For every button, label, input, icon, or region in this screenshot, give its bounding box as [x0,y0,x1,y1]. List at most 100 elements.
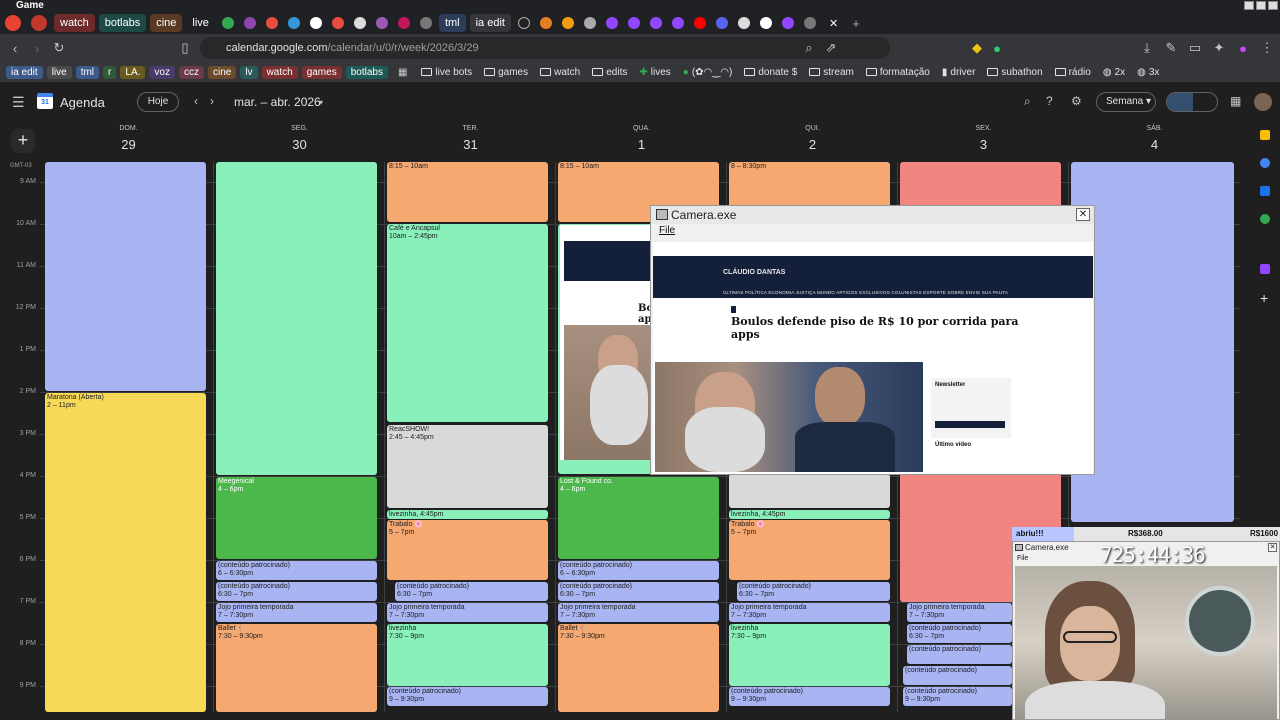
url-field[interactable]: calendar.google.com/calendar/u/0/r/week/… [200,37,890,59]
bookmark-folder[interactable]: ● (✿◠‿◠) [683,67,733,78]
calendar-event[interactable] [1071,162,1234,522]
zoom-icon[interactable]: ⌕ [798,40,820,56]
bookmark-chip[interactable]: voz [149,65,175,79]
tab-favicon-icon[interactable] [627,17,640,29]
calendar-event[interactable]: Jojo primeira temporada 7 – 7:30pm [907,603,1012,622]
tab-group-ia-edit[interactable]: ia edit [469,14,511,32]
twitch-icon[interactable] [1260,264,1270,274]
calendar-event[interactable]: (conteúdo patrocinado) 9 – 9:30pm [729,687,890,706]
tab-favicon-icon[interactable] [583,17,596,29]
tab-favicon-icon[interactable] [693,17,706,29]
calendar-event[interactable]: (conteúdo patrocinado) [903,666,1012,685]
day-header[interactable]: QUI. 2 [727,122,898,152]
extension-icon[interactable]: ✦ [1208,40,1230,56]
calendar-event[interactable]: (conteúdo patrocinado) 6:30 – 7pm [216,582,377,601]
tab-favicon-icon[interactable] [671,17,684,29]
minimize-button[interactable] [1244,1,1254,10]
day-header[interactable]: SEX. 3 [898,122,1069,152]
add-addon-icon[interactable]: + [1260,290,1268,306]
tab-favicon-icon[interactable] [517,17,530,29]
calendar-event[interactable] [729,474,890,508]
calendar-event[interactable]: (conteúdo patrocinado) 6 – 6:30pm [558,561,719,580]
calendar-event[interactable]: livezinha, 4:45pm [387,510,548,519]
chrome-icon[interactable] [5,15,21,31]
calendar-event[interactable]: (conteúdo patrocinado) 6:30 – 7pm [737,582,890,601]
bookmark-chip[interactable]: r [103,65,117,79]
calendar-event[interactable]: (conteúdo patrocinado) 9 – 9:30pm [903,687,1012,706]
apps-grid-icon[interactable]: ▦ [398,67,407,78]
extension-icon[interactable]: ▭ [1184,40,1206,56]
day-header[interactable]: SÁB. 4 [1069,122,1240,152]
tab-group-watch[interactable]: watch [54,14,95,32]
tab-favicon-icon[interactable] [287,17,300,29]
close-tab-icon[interactable]: ✕ [829,17,838,30]
calendar-event[interactable]: Jojo primeira temporada 7 – 7:30pm [729,603,890,622]
calendar-event[interactable]: Jojo primeira temporada 7 – 7:30pm [387,603,548,622]
tab-favicon-icon[interactable] [759,17,772,29]
calendar-event[interactable]: livezinha 7:30 – 9pm [729,624,890,686]
tab-group-tml[interactable]: tml [438,14,466,32]
menu-dots-icon[interactable]: ⋮ [1256,40,1278,56]
calendar-event[interactable]: Maratona (Aberta) 2 – 11pm [45,393,206,712]
calendar-event[interactable]: (conteúdo patrocinado) 6:30 – 7pm [558,582,719,601]
calendar-event[interactable]: Jojo primeira temporada 7 – 7:30pm [558,603,719,622]
tab-favicon-icon[interactable] [419,17,432,29]
extension-icon[interactable]: ✎ [1160,40,1182,56]
calendar-event[interactable] [216,162,377,475]
tab-favicon-icon[interactable] [803,17,816,29]
tab-group-live[interactable]: live [186,14,215,32]
close-icon[interactable]: ✕ [1076,208,1090,221]
tab-favicon-icon[interactable] [649,17,662,29]
prev-week-icon[interactable]: ‹ [194,94,198,108]
tab-favicon-icon[interactable] [539,17,552,29]
calendar-event[interactable]: Ballet 🩰 7:30 – 9:30pm [558,624,719,712]
bookmark-folder[interactable]: donate $ [744,67,797,78]
tab-favicon-icon[interactable] [353,17,366,29]
extension-icon[interactable]: ◆ [966,40,988,56]
calendar-toggle-on[interactable] [1167,93,1193,111]
calendar-tasks-toggle[interactable] [1166,92,1218,112]
day-header[interactable]: DOM. 29 [43,122,214,152]
tasks-icon[interactable] [1260,158,1270,168]
bookmark-chip[interactable]: botlabs [345,65,388,79]
bookmark-folder[interactable]: ◍ 3x [1137,67,1159,78]
calendar-event[interactable] [45,162,206,391]
bookmark-chip[interactable]: games [301,65,342,79]
bookmark-folder[interactable]: live bots [421,67,472,78]
download-icon[interactable]: ⤓ [1136,40,1158,56]
bookmark-folder[interactable]: ▮ driver [942,67,976,78]
tab-group-cine[interactable]: cine [150,14,183,32]
maximize-button[interactable] [1256,1,1266,10]
calendar-event[interactable]: (conteúdo patrocinado) 6:30 – 7pm [907,624,1012,643]
calendar-logo-icon[interactable]: 31 [37,93,53,109]
today-button[interactable]: Hoje [137,92,179,112]
tab-favicon-icon[interactable] [561,17,574,29]
day-header[interactable]: QUA. 1 [556,122,727,152]
bookmark-chip[interactable]: lv [240,65,258,79]
tab-favicon-icon[interactable] [243,17,256,29]
bookmark-chip[interactable]: cine [207,65,237,79]
close-window-button[interactable] [1268,1,1278,10]
main-menu-icon[interactable]: ☰ [12,94,25,111]
calendar-event[interactable]: Jojo primeira temporada 7 – 7:30pm [216,603,377,622]
bookmark-folder[interactable]: games [484,67,528,78]
help-icon[interactable]: ? [1046,94,1053,108]
bookmark-chip[interactable]: LA. [120,65,146,79]
tab-favicon-icon[interactable] [781,17,794,29]
extension-icon[interactable]: ● [1232,41,1254,56]
bookmark-folder[interactable]: ◍ 2x [1103,67,1125,78]
tab-favicon-icon[interactable] [737,17,750,29]
tab-favicon-icon[interactable] [331,17,344,29]
day-header[interactable]: SEG. 30 [214,122,385,152]
tab-favicon-icon[interactable] [221,17,234,29]
bookmark-folder[interactable]: ✚ lives [639,67,670,78]
tab-favicon-icon[interactable] [265,17,278,29]
next-week-icon[interactable]: › [210,94,214,108]
keep-icon[interactable] [1260,130,1270,140]
bookmark-folder[interactable]: watch [540,67,580,78]
tab-group-botlabs[interactable]: botlabs [98,14,147,32]
bookmark-folder[interactable]: formatação [865,67,930,78]
calendar-event[interactable]: (conteúdo patrocinado) [907,645,1012,664]
calendar-event[interactable]: ReacSHOW! 2:45 – 4:45pm [387,425,548,508]
record-icon[interactable] [31,15,47,31]
